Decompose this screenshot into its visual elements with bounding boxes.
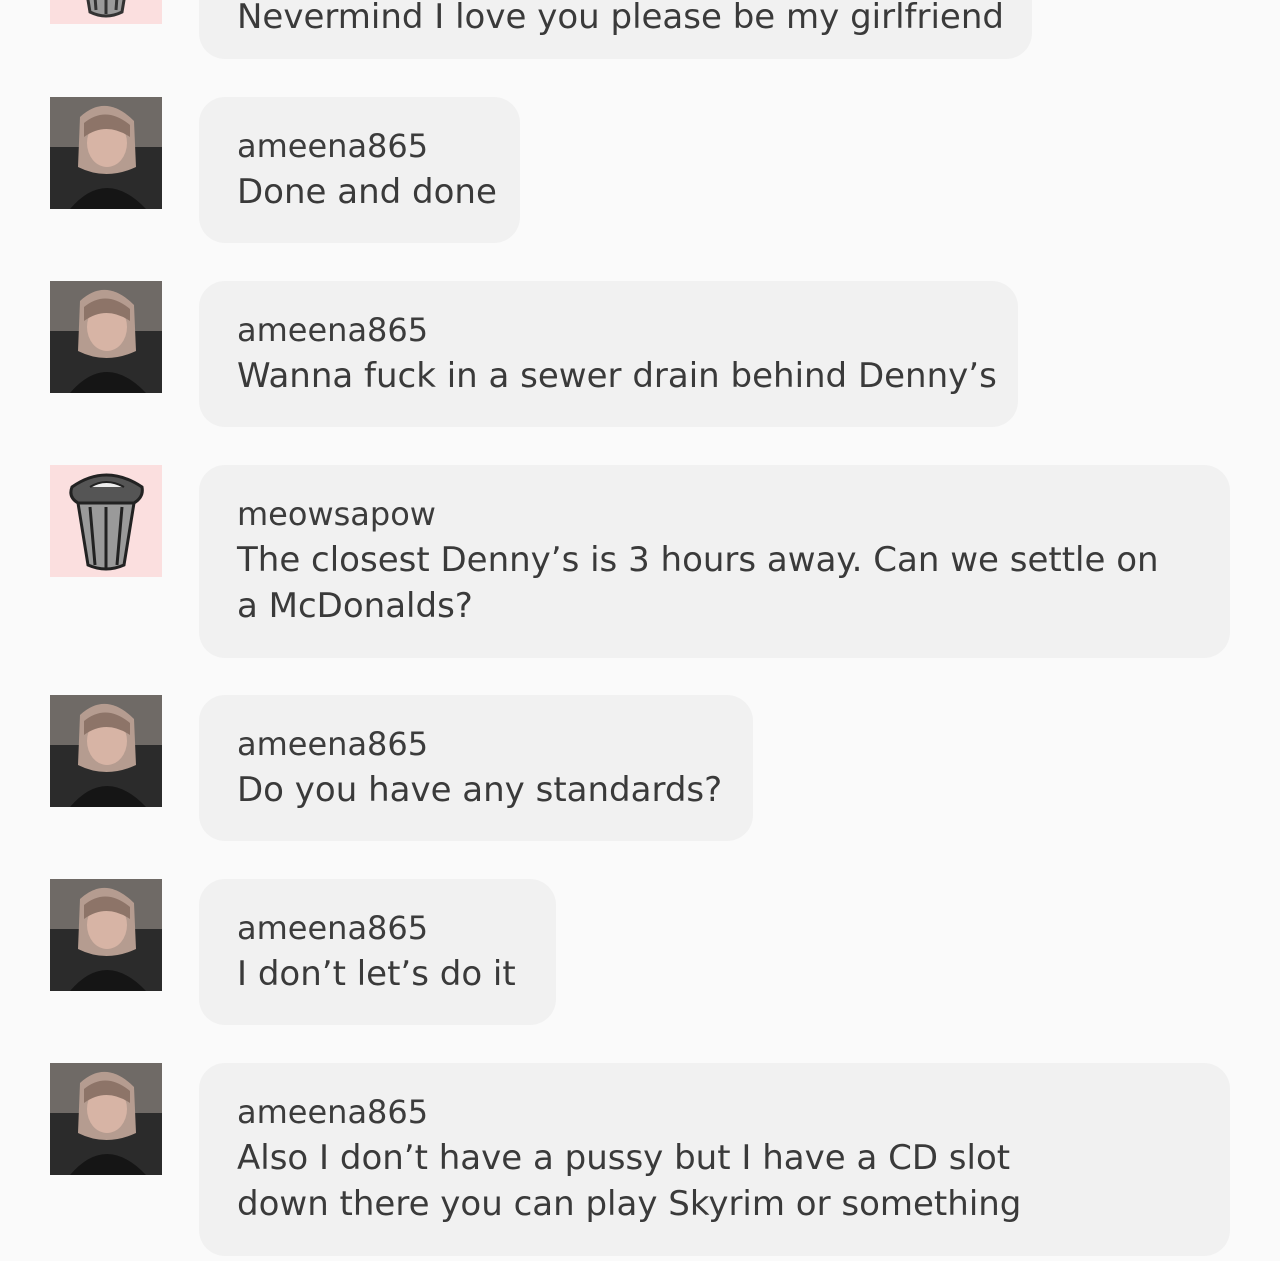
avatar[interactable] (50, 281, 162, 393)
message-text: Do you have any standards? (237, 770, 723, 810)
message-bubble[interactable]: ameena865 Also I don’t have a pussy but … (199, 1063, 1230, 1256)
message-text: The closest Denny’s is 3 hours away. Can… (237, 540, 1159, 626)
avatar[interactable] (50, 695, 162, 807)
user-photo (50, 1063, 162, 1175)
message-text: Nevermind I love you please be my girlfr… (237, 0, 1004, 37)
message-bubble[interactable]: ameena865 Wanna fuck in a sewer drain be… (199, 281, 1018, 427)
user-photo (50, 97, 162, 209)
trash-can-icon (86, 0, 126, 18)
avatar[interactable] (50, 879, 162, 991)
message-text: Wanna fuck in a sewer drain behind Denny… (237, 356, 997, 396)
username[interactable]: ameena865 (237, 1089, 1110, 1135)
avatar[interactable] (50, 1063, 162, 1175)
message-bubble[interactable]: meowsapow The closest Denny’s is 3 hours… (199, 465, 1230, 658)
user-photo (50, 879, 162, 991)
message-bubble[interactable]: ameena865 I don’t let’s do it (199, 879, 556, 1025)
message-bubble[interactable]: Nevermind I love you please be my girlfr… (199, 0, 1032, 59)
username[interactable]: ameena865 (237, 123, 482, 169)
username[interactable]: ameena865 (237, 721, 715, 767)
trash-can-icon (69, 473, 144, 571)
username[interactable]: ameena865 (237, 905, 518, 951)
avatar[interactable] (50, 0, 162, 24)
avatar[interactable] (50, 465, 162, 577)
message-text: Done and done (237, 172, 497, 212)
message-bubble[interactable]: ameena865 Done and done (199, 97, 520, 243)
user-photo (50, 281, 162, 393)
username[interactable]: meowsapow (237, 491, 1190, 537)
avatar[interactable] (50, 97, 162, 209)
username[interactable]: ameena865 (237, 307, 980, 353)
message-text: I don’t let’s do it (237, 954, 516, 994)
message-text: Also I don’t have a pussy but I have a C… (237, 1138, 1022, 1224)
message-bubble[interactable]: ameena865 Do you have any standards? (199, 695, 753, 841)
user-photo (50, 695, 162, 807)
